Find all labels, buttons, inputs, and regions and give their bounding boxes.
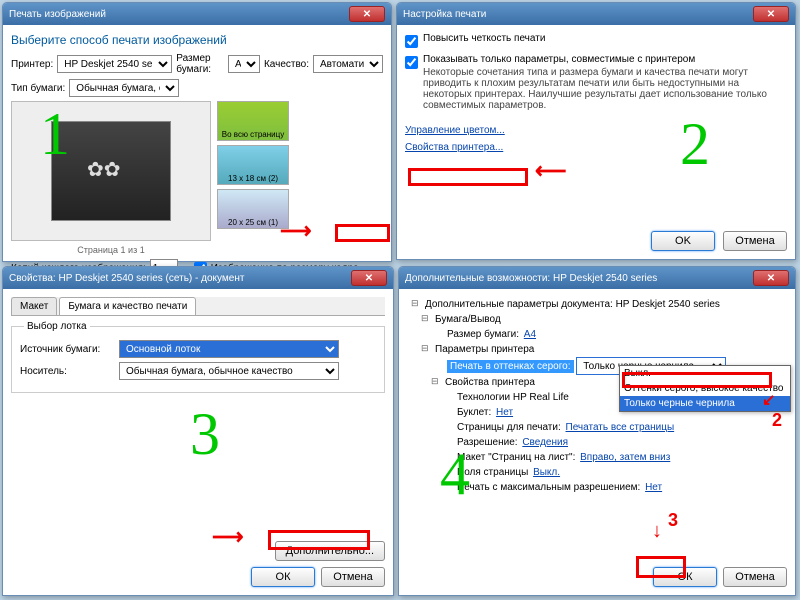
tree-paper-output[interactable]: Бумага/Вывод: [421, 312, 787, 327]
tree-root[interactable]: Дополнительные параметры документа: HP D…: [411, 297, 787, 312]
cancel-button[interactable]: Отмена: [321, 567, 385, 587]
cancel-button[interactable]: Отмена: [723, 231, 787, 251]
advanced-button[interactable]: Дополнительно...: [275, 541, 385, 561]
media-label: Носитель:: [20, 366, 115, 377]
booklet-value[interactable]: Нет: [496, 407, 513, 418]
tab-layout[interactable]: Макет: [11, 297, 57, 315]
pages-label: Страницы для печати:: [457, 422, 561, 433]
window-title: Печать изображений: [9, 9, 349, 20]
dropdown-option[interactable]: Выкл.: [620, 366, 790, 381]
cancel-button[interactable]: Отмена: [723, 567, 787, 587]
layout-option[interactable]: 20 x 25 см (1): [217, 189, 289, 229]
titlebar[interactable]: Печать изображений ✕: [3, 3, 391, 25]
dropdown-option[interactable]: Оттенки серого, высокое качество: [620, 381, 790, 396]
tree-printer-params[interactable]: Параметры принтера: [421, 342, 787, 357]
print-preview: [11, 101, 211, 241]
layout-option[interactable]: 13 x 18 см (2): [217, 145, 289, 185]
quality-select[interactable]: Автоматически: [313, 55, 383, 73]
pages-per-sheet-label: Макет "Страниц на лист":: [457, 452, 575, 463]
media-select[interactable]: Обычная бумага, обычное качество: [119, 362, 339, 380]
tray-group-title: Выбор лотка: [24, 321, 90, 332]
resolution-label: Разрешение:: [457, 437, 518, 448]
titlebar[interactable]: Свойства: HP Deskjet 2540 series (сеть) …: [3, 267, 393, 289]
papertype-label: Тип бумаги:: [11, 83, 65, 94]
window-title: Свойства: HP Deskjet 2540 series (сеть) …: [9, 273, 351, 284]
printer-label: Принтер:: [11, 59, 53, 70]
annotation-mini-number: 3: [668, 510, 678, 531]
print-pictures-window: Печать изображений ✕ Выберите способ печ…: [2, 2, 392, 262]
paper-size-label: Размер бумаги:: [447, 329, 519, 340]
grayscale-dropdown[interactable]: Выкл. Оттенки серого, высокое качество Т…: [619, 365, 791, 412]
maxdpi-label: Печать с максимальным разрешением:: [457, 482, 640, 493]
booklet-label: Буклет:: [457, 407, 491, 418]
grayscale-label: Печать в оттенках серого:: [447, 360, 574, 373]
titlebar[interactable]: Дополнительные возможности: HP Deskjet 2…: [399, 267, 795, 289]
close-icon[interactable]: ✕: [351, 270, 387, 286]
paper-source-label: Источник бумаги:: [20, 344, 115, 355]
pages-value[interactable]: Печатать все страницы: [566, 422, 675, 433]
pages-per-sheet-value[interactable]: Вправо, затем вниз: [580, 452, 670, 463]
paper-source-select[interactable]: Основной лоток: [119, 340, 339, 358]
close-icon[interactable]: ✕: [753, 6, 789, 22]
page-counter: Страница 1 из 1: [11, 245, 211, 255]
close-icon[interactable]: ✕: [753, 270, 789, 286]
window-title: Дополнительные возможности: HP Deskjet 2…: [405, 273, 753, 284]
sharpen-label: Повысить четкость печати: [423, 33, 545, 44]
margins-label: Поля страницы: [457, 467, 528, 478]
maxdpi-value[interactable]: Нет: [645, 482, 662, 493]
color-management-link[interactable]: Управление цветом...: [405, 125, 505, 136]
layout-thumbs: Во всю страницу 13 x 18 см (2) 20 x 25 с…: [217, 101, 297, 255]
layout-option[interactable]: Во всю страницу: [217, 101, 289, 141]
ok-button[interactable]: ОК: [251, 567, 315, 587]
compat-description: Некоторые сочетания типа и размера бумаг…: [423, 67, 787, 111]
titlebar[interactable]: Настройка печати ✕: [397, 3, 795, 25]
printer-select[interactable]: HP Deskjet 2540 series (сеть): [57, 55, 172, 73]
tab-paper-quality[interactable]: Бумага и качество печати: [59, 297, 196, 315]
quality-label: Качество:: [264, 59, 309, 70]
page-heading: Выберите способ печати изображений: [11, 33, 383, 47]
papertype-select[interactable]: Обычная бумага, обы: [69, 79, 179, 97]
printer-properties-window: Свойства: HP Deskjet 2540 series (сеть) …: [2, 266, 394, 596]
margins-value[interactable]: Выкл.: [533, 467, 560, 478]
papersize-label: Размер бумаги:: [176, 53, 224, 75]
resolution-value[interactable]: Сведения: [522, 437, 568, 448]
ok-button[interactable]: OK: [651, 231, 715, 251]
printer-properties-link[interactable]: Свойства принтера...: [405, 142, 503, 153]
dropdown-option-selected[interactable]: Только черные чернила: [620, 396, 790, 411]
close-icon[interactable]: ✕: [349, 6, 385, 22]
paper-size-value[interactable]: A4: [524, 329, 536, 340]
compat-checkbox[interactable]: [405, 56, 418, 69]
sharpen-checkbox[interactable]: [405, 35, 418, 48]
ok-button[interactable]: ОК: [653, 567, 717, 587]
print-settings-window: Настройка печати ✕ Повысить четкость печ…: [396, 2, 796, 260]
advanced-options-window: Дополнительные возможности: HP Deskjet 2…: [398, 266, 796, 596]
annotation-mini-number: 2: [772, 410, 782, 431]
window-title: Настройка печати: [403, 9, 753, 20]
compat-label: Показывать только параметры, совместимые…: [423, 54, 787, 65]
papersize-select[interactable]: A4: [228, 55, 260, 73]
